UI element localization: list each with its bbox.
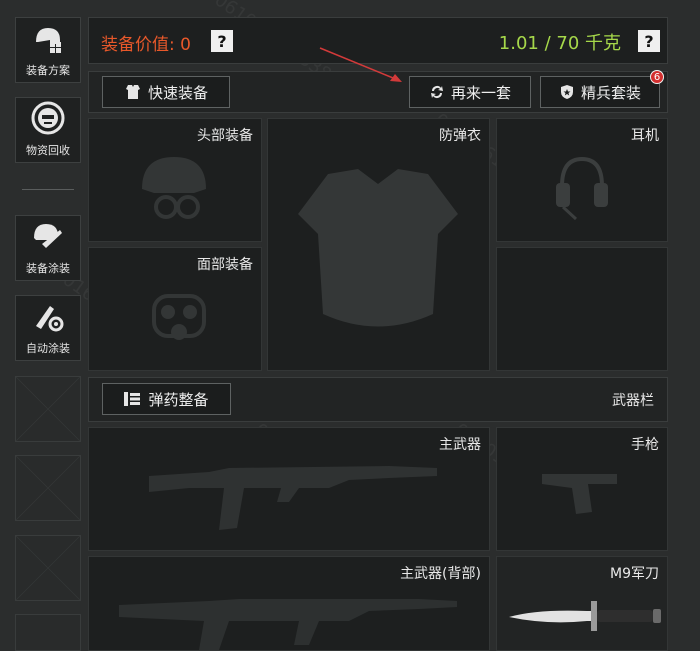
equipment-skins-label: 装备涂装 [26, 262, 70, 275]
recycle-label: 物资回收 [26, 144, 70, 157]
weight-readout: 1.01 / 70 千克 [498, 33, 621, 54]
loadout-plans-label: 装备方案 [26, 64, 70, 77]
elite-set-button[interactable]: 精兵套装 [540, 76, 660, 108]
primary-weapon-slot[interactable]: 主武器 [88, 427, 490, 551]
empty-slot-cross [15, 535, 81, 601]
loadout-plans-button[interactable]: 装备方案 [15, 17, 81, 83]
head-slot-label: 头部装备 [197, 128, 253, 144]
equipment-skins-button[interactable]: 装备涂装 [15, 215, 81, 281]
body-armor-slot[interactable]: 防弹衣 [267, 118, 490, 371]
brush-gear-icon [28, 296, 68, 336]
quick-equip-label: 快速装备 [147, 83, 208, 102]
face-slot[interactable]: 面部装备 [88, 247, 262, 371]
value-help-button[interactable]: ? [211, 30, 233, 52]
gas-mask-silhouette-icon [152, 294, 206, 340]
auto-skin-label: 自动涂装 [26, 342, 70, 355]
annotation-arrow [319, 47, 402, 82]
shield-icon [560, 85, 573, 99]
ammo-prep-label: 弹药整备 [148, 390, 209, 409]
rail-divider [22, 189, 74, 190]
another-set-button[interactable]: 再来一套 [409, 76, 531, 108]
empty-plan-slot[interactable] [15, 376, 81, 442]
recycle-face-icon [28, 98, 68, 138]
refresh-icon [430, 86, 443, 98]
ammo-prep-button[interactable]: 弹药整备 [102, 383, 231, 415]
empty-gear-slot[interactable] [496, 247, 668, 371]
head-slot[interactable]: 头部装备 [88, 118, 262, 242]
weapon-bar-label: 武器栏 [612, 393, 654, 409]
empty-slot-cross [15, 376, 81, 442]
equipment-value: 装备价值: 0 [101, 35, 191, 55]
vest-icon [125, 85, 140, 99]
auto-skin-button[interactable]: 自动涂装 [15, 295, 81, 361]
helmet-brush-icon [28, 216, 68, 256]
empty-plan-slot[interactable] [15, 535, 81, 601]
recycle-button[interactable]: 物资回收 [15, 97, 81, 163]
armor-vest-silhouette-icon [298, 169, 458, 327]
helmet-silhouette-icon [142, 157, 206, 219]
elite-set-label: 精兵套装 [580, 83, 641, 102]
face-slot-label: 面部装备 [197, 257, 253, 273]
melee-slot[interactable]: M9军刀 [496, 556, 668, 651]
pistol-slot-label: 手枪 [631, 437, 659, 453]
another-set-label: 再来一套 [450, 83, 511, 102]
pistol-slot[interactable]: 手枪 [496, 427, 668, 551]
primary-weapon-slot-label: 主武器 [439, 437, 481, 453]
quick-equip-button[interactable]: 快速装备 [102, 76, 230, 108]
empty-slot-cross [15, 455, 81, 521]
rifle-back-silhouette-icon [119, 599, 457, 650]
elite-set-badge: 6 [650, 70, 664, 84]
empty-plan-slot[interactable] [15, 614, 81, 651]
ammo-icon [124, 392, 141, 406]
rifle-silhouette-icon [149, 466, 437, 530]
primary-back-weapon-slot-label: 主武器(背部) [400, 566, 481, 582]
weight-help-button[interactable]: ? [638, 30, 660, 52]
combat-knife-icon [509, 601, 661, 631]
empty-plan-slot[interactable] [15, 455, 81, 521]
headset-silhouette-icon [556, 156, 608, 221]
helmet-grid-icon [28, 18, 68, 58]
pistol-silhouette-icon [542, 474, 617, 514]
weapon-bar-header: 弹药整备 武器栏 [88, 377, 668, 422]
headset-slot[interactable]: 耳机 [496, 118, 668, 242]
primary-back-weapon-slot[interactable]: 主武器(背部) [88, 556, 490, 651]
melee-slot-label: M9军刀 [610, 566, 659, 582]
body-armor-slot-label: 防弹衣 [439, 128, 481, 144]
headset-slot-label: 耳机 [631, 128, 659, 144]
